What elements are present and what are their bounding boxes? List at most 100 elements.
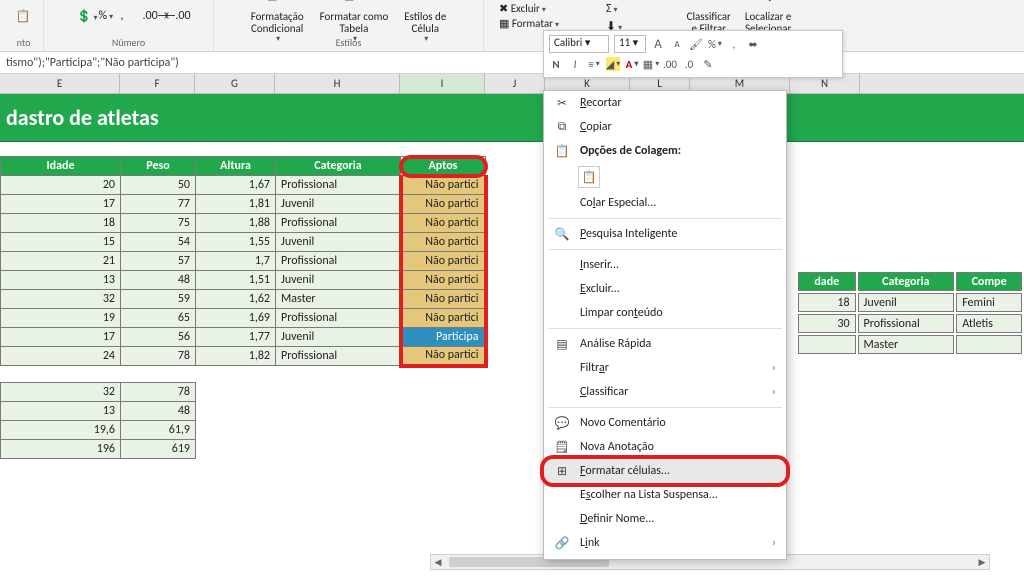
font-name-select[interactable]: Calibri ▾ bbox=[549, 35, 609, 53]
worksheet: dastro de atletas Idade Peso Altura Cate… bbox=[0, 94, 1024, 459]
align-icon[interactable]: ≡ bbox=[587, 57, 601, 71]
ctx-new-note[interactable]: 🗒Nova Anotação bbox=[544, 435, 786, 459]
table-row[interactable]: 15541,55JuvenilNão partici bbox=[1, 233, 486, 252]
table-row[interactable]: 17771,81JuvenilNão partici bbox=[1, 195, 486, 214]
table-row[interactable]: 24781,82ProfissionalNão partici bbox=[1, 347, 486, 366]
table-row[interactable]: 21571,7ProfissionalNão partici bbox=[1, 252, 486, 271]
group-label-numero: Número bbox=[112, 36, 145, 49]
comma-style-icon[interactable]: , bbox=[727, 37, 741, 51]
ctx-copy[interactable]: ⧉Copiar bbox=[544, 115, 786, 139]
th-aptos[interactable]: Aptos bbox=[401, 157, 486, 176]
ctx-clear[interactable]: Limpar conteúdo bbox=[544, 301, 786, 325]
autosum-icon[interactable]: Σ bbox=[606, 2, 622, 18]
ctx-insert[interactable]: Inserir... bbox=[544, 253, 786, 277]
table-row[interactable]: 18751,88ProfissionalNão partici bbox=[1, 214, 486, 233]
th-altura[interactable]: Altura bbox=[196, 157, 276, 176]
copy-icon: ⧉ bbox=[554, 120, 570, 134]
ribbon: 📋 nto 💲 % , .00→ ←.00 Número ▦Formatação… bbox=[0, 0, 1024, 52]
table-row[interactable]: 17561,77JuvenilParticipa bbox=[1, 328, 486, 347]
scissors-icon: ✂ bbox=[554, 96, 570, 111]
paste-options-icon: 📋 bbox=[554, 144, 570, 159]
number-format-icon[interactable]: 💲 bbox=[77, 9, 93, 25]
ctx-sort[interactable]: Classificar› bbox=[544, 380, 786, 404]
table-row[interactable]: 20501,67ProfissionalNão partici bbox=[1, 176, 486, 195]
table-row[interactable]: 1348 bbox=[1, 401, 196, 420]
col-header-I[interactable]: I bbox=[400, 74, 485, 93]
col-header-G[interactable]: G bbox=[195, 74, 275, 93]
col-header-E[interactable]: E bbox=[0, 74, 120, 93]
scroll-right-icon[interactable]: ▶ bbox=[975, 557, 989, 568]
chevron-right-icon: › bbox=[772, 536, 776, 550]
search-icon: 🔍 bbox=[554, 227, 570, 242]
ctx-pick-from-list[interactable]: Escolher na Lista Suspensa... bbox=[544, 483, 786, 507]
table-row[interactable]: 13481,51JuvenilNão partici bbox=[1, 271, 486, 290]
ctx-quick-analysis[interactable]: ▤Análise Rápida bbox=[544, 332, 786, 356]
table-row[interactable]: 32591,62MasterNão partici bbox=[1, 290, 486, 309]
ctx-paste-special[interactable]: Colar Especial... bbox=[544, 191, 786, 215]
sheet-title: dastro de atletas bbox=[0, 94, 1024, 142]
col-header-F[interactable]: F bbox=[120, 74, 195, 93]
conditional-formatting-button[interactable]: ▦Formatação Condicional bbox=[251, 0, 304, 44]
format-painter2-icon[interactable]: ✎ bbox=[701, 57, 715, 71]
increase-font-icon[interactable]: A bbox=[651, 37, 665, 51]
paste-keep-source-icon[interactable]: 📋 bbox=[578, 166, 600, 188]
percent-icon[interactable]: % bbox=[99, 9, 115, 25]
chevron-right-icon: › bbox=[772, 361, 776, 375]
inc-decimal-icon[interactable]: .00→ bbox=[143, 9, 159, 25]
bold-icon[interactable]: N bbox=[549, 57, 563, 71]
table-row[interactable]: 19,661,9 bbox=[1, 420, 196, 439]
table-row[interactable]: 30ProfissionalAtletis bbox=[798, 314, 1022, 333]
ctx-new-comment[interactable]: 💬Novo Comentário bbox=[544, 411, 786, 435]
font-size-select[interactable]: 11 ▾ bbox=[614, 35, 646, 53]
table-row[interactable]: 19651,69ProfissionalNão partici bbox=[1, 309, 486, 328]
table-row[interactable]: Master bbox=[798, 335, 1022, 354]
comment-icon: 💬 bbox=[554, 416, 570, 431]
comma-icon[interactable]: , bbox=[121, 9, 137, 25]
quick-analysis-icon: ▤ bbox=[554, 337, 570, 352]
scroll-left-icon[interactable]: ◀ bbox=[431, 557, 445, 568]
format-painter-icon[interactable]: 🖌 bbox=[689, 37, 703, 51]
formula-text: tismo");"Participa";"Não participa") bbox=[6, 56, 179, 70]
group-label-estilos: Estilos bbox=[336, 36, 362, 49]
borders-icon[interactable]: ▦ bbox=[644, 57, 658, 71]
font-color-icon[interactable]: A bbox=[625, 57, 639, 71]
format-cells-button[interactable]: ▦ Formatar bbox=[499, 17, 559, 30]
italic-icon[interactable]: I bbox=[568, 57, 582, 71]
dec-decimal-icon[interactable]: ←.00 bbox=[165, 9, 181, 25]
ctx-cut[interactable]: ✂Recortar bbox=[544, 91, 786, 115]
th-categoria[interactable]: Categoria bbox=[276, 157, 401, 176]
ctx-smart-lookup[interactable]: 🔍Pesquisa Inteligente bbox=[544, 222, 786, 246]
table-row[interactable]: 18JuvenilFemini bbox=[798, 293, 1022, 312]
merge-icon[interactable]: ⬌ bbox=[746, 37, 760, 51]
cell-styles-button[interactable]: ▭Estilos de Célula bbox=[404, 0, 446, 44]
group-label-nto: nto bbox=[17, 36, 31, 49]
col-header-H[interactable]: H bbox=[275, 74, 400, 93]
ctx-define-name[interactable]: Definir Nome... bbox=[544, 507, 786, 531]
side-table: dade Categoria Compe 18JuvenilFemini 30Pr… bbox=[796, 270, 1024, 356]
column-headers[interactable]: EFGHIJKLMN bbox=[0, 74, 1024, 94]
inc-decimal2-icon[interactable]: .00 bbox=[663, 57, 677, 71]
ctx-delete[interactable]: Excluir... bbox=[544, 277, 786, 301]
th-dade[interactable]: dade bbox=[798, 272, 856, 291]
note-icon: 🗒 bbox=[554, 440, 570, 455]
fill-color-icon[interactable]: ◢ bbox=[606, 57, 620, 71]
formula-bar[interactable]: tismo");"Participa";"Não participa") bbox=[0, 52, 1024, 74]
link-icon: 🔗 bbox=[554, 536, 570, 551]
table-row[interactable]: 3278 bbox=[1, 382, 196, 401]
ctx-link[interactable]: 🔗Link› bbox=[544, 531, 786, 555]
ctx-filter[interactable]: Filtrar› bbox=[544, 356, 786, 380]
percent-style-icon[interactable]: % bbox=[708, 37, 722, 51]
table-row[interactable]: 196619 bbox=[1, 439, 196, 458]
dec-decimal2-icon[interactable]: .0 bbox=[682, 57, 696, 71]
th-competi[interactable]: Compe bbox=[956, 272, 1022, 291]
delete-cells-button[interactable]: ✖ Excluir bbox=[499, 2, 546, 15]
th-categoria2[interactable]: Categoria bbox=[858, 272, 955, 291]
ctx-paste-options: 📋Opções de Colagem: bbox=[544, 139, 786, 163]
col-header-J[interactable]: J bbox=[485, 74, 545, 93]
ctx-format-cells[interactable]: ⊞Formatar células... bbox=[544, 459, 786, 483]
th-idade[interactable]: Idade bbox=[1, 157, 121, 176]
decrease-font-icon[interactable]: A bbox=[670, 37, 684, 51]
th-peso[interactable]: Peso bbox=[121, 157, 196, 176]
paste-icon[interactable]: 📋 bbox=[16, 9, 32, 25]
format-cells-icon: ⊞ bbox=[554, 464, 570, 479]
